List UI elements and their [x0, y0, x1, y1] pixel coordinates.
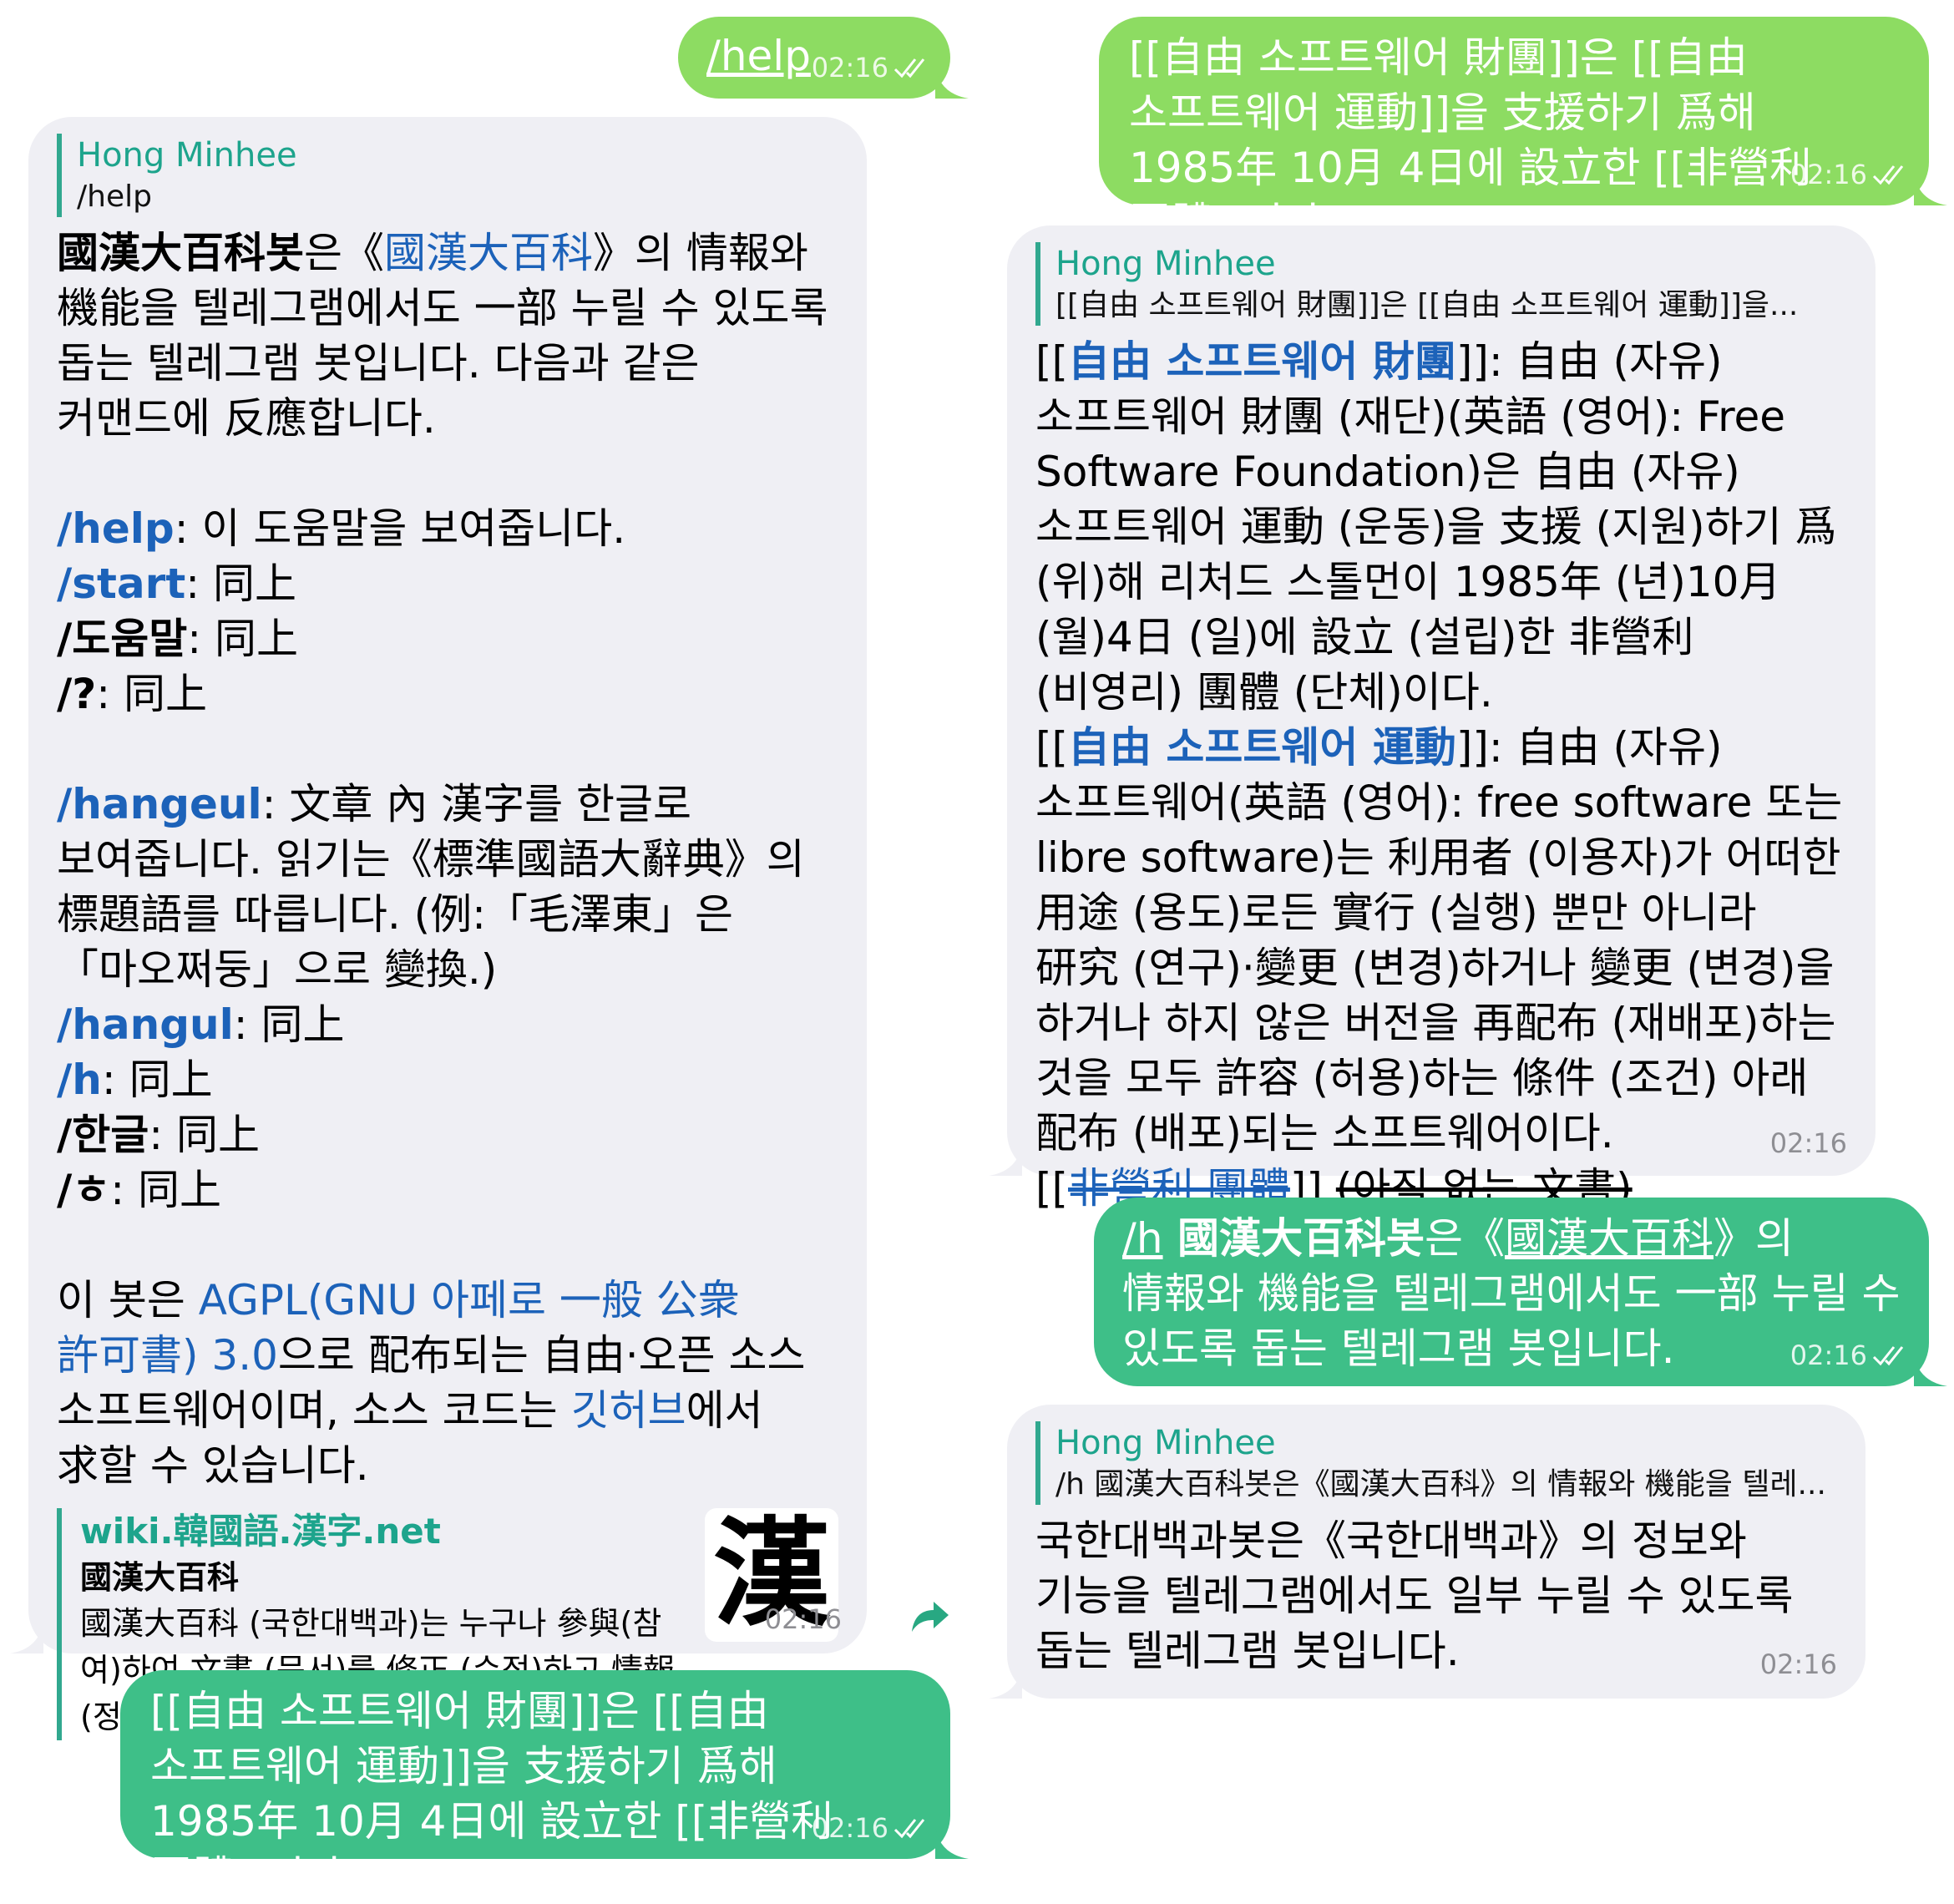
command-item: /hangul: 同上: [57, 1000, 345, 1049]
command-link-h[interactable]: /h: [57, 1056, 102, 1104]
double-check-icon: [893, 58, 925, 78]
reply-text: /h 國漢大百科봇은《國漢大百科》의 情報와 機能을 텔레...: [1055, 1467, 1826, 1501]
message-incoming-help-response[interactable]: Hong Minhee /help 國漢大百科봇은《國漢大百科》의 情報와 機能…: [10, 117, 867, 1740]
bubble-tail: [935, 1826, 969, 1859]
message-time: 02:16: [812, 52, 930, 84]
reply-quote[interactable]: Hong Minhee /help: [57, 134, 838, 217]
reply-quote[interactable]: Hong Minhee [[自由 소프트웨어 財團]]은 [[自由 소프트웨어 …: [1035, 242, 1847, 326]
command-link-hangeul[interactable]: /hangeul: [57, 780, 262, 828]
command-link-start[interactable]: /start: [57, 560, 185, 608]
forward-icon[interactable]: [910, 1598, 952, 1635]
command-item-hangeul: /hangeul: 文章 內 漢字를 한글로 보여줍니다. 읽기는《標準國語大辭…: [57, 780, 805, 994]
reply-author: Hong Minhee: [1055, 245, 1276, 283]
link-github[interactable]: 깃허브: [571, 1386, 686, 1435]
message-incoming-hangul-result[interactable]: Hong Minhee /h 國漢大百科봇은《國漢大百科》의 情報와 機能을 텔…: [989, 1405, 1865, 1699]
bubble-tail: [989, 1665, 1022, 1699]
command-item: /?: 同上: [57, 670, 208, 718]
command-item: /한글: 同上: [57, 1111, 261, 1159]
command-list-hangul: /hangul: 同上 /h: 同上 /한글: 同上 /ㅎ: 同上: [57, 997, 838, 1218]
link-gukhan-baekgwa[interactable]: 國漢大百科: [384, 229, 593, 277]
message-text: [[自由 소프트웨어 財團]]은 [[自由 소프트웨어 運動]]을 支援하기 爲…: [150, 1687, 833, 1901]
message-text: 국한대백과봇은《국한대백과》의 정보와 기능을 텔레그램에서도 일부 누릴 수 …: [1035, 1517, 1794, 1675]
bubble-tail: [1914, 1353, 1947, 1386]
reply-text: /help: [77, 180, 152, 214]
bubble-tail: [10, 1620, 43, 1653]
bubble-tail: [1914, 172, 1947, 205]
message-incoming-wiki-links[interactable]: Hong Minhee [[自由 소프트웨어 財團]]은 [[自由 소프트웨어 …: [989, 225, 1876, 1213]
reply-author: Hong Minhee: [77, 136, 297, 175]
reply-quote[interactable]: Hong Minhee /h 國漢大百科봇은《國漢大百科》의 情報와 機能을 텔…: [1035, 1421, 1837, 1505]
double-check-icon: [1872, 1346, 1904, 1366]
command-link-hangul[interactable]: /hangul: [57, 1000, 234, 1049]
message-text: [[自由 소프트웨어 財團]]은 [[自由 소프트웨어 運動]]을 支援하기 爲…: [1129, 33, 1812, 247]
bubble-tail: [935, 65, 969, 99]
wiki-link-fsf[interactable]: 自由 소프트웨어 財團: [1068, 337, 1456, 386]
message-time: 02:16: [1769, 1127, 1847, 1159]
message-time: 02:16: [812, 1812, 930, 1844]
reply-author: Hong Minhee: [1055, 1424, 1276, 1462]
message-outgoing-fsf-right[interactable]: [[自由 소프트웨어 財團]]은 [[自由 소프트웨어 運動]]을 支援하기 爲…: [1099, 17, 1947, 247]
double-check-icon: [1872, 165, 1904, 185]
message-outgoing-h-command[interactable]: /h 國漢大百科봇은《國漢大百科》의 情報와 機能을 텔레그램에서도 一部 누릴…: [1094, 1198, 1947, 1386]
preview-title: 國漢大百科: [80, 1559, 240, 1596]
message-text: /h 國漢大百科봇은《國漢大百科》의 情報와 機能을 텔레그램에서도 一部 누릴…: [1122, 1214, 1901, 1373]
message-time: 02:16: [764, 1603, 842, 1635]
reply-text: [[自由 소프트웨어 財團]]은 [[自由 소프트웨어 運動]]을...: [1055, 288, 1799, 322]
command-link-h[interactable]: /h: [1122, 1214, 1163, 1263]
wiki-link-free-software-movement[interactable]: 自由 소프트웨어 運動: [1068, 723, 1456, 772]
message-time: 02:16: [1790, 159, 1909, 190]
message-outgoing-fsf[interactable]: [[自由 소프트웨어 財團]]은 [[自由 소프트웨어 運動]]을 支援하기 爲…: [120, 1670, 969, 1901]
command-item: /h: 同上: [57, 1056, 213, 1104]
message-outgoing-help[interactable]: /help 02:16: [678, 17, 969, 99]
license-paragraph: 이 봇은 AGPL(GNU 아페로 一般 公衆 許可書) 3.0으로 配布되는 …: [57, 1276, 806, 1490]
bubble-tail: [989, 1142, 1022, 1176]
intro-paragraph: 國漢大百科봇은《國漢大百科》의 情報와 機能을 텔레그램에서도 一部 누릴 수 …: [57, 229, 828, 443]
command-link-help[interactable]: /help: [57, 504, 175, 553]
double-check-icon: [893, 1819, 925, 1839]
message-text[interactable]: /help: [706, 32, 811, 80]
command-item: /도움말: 同上: [57, 615, 299, 663]
command-item: /start: 同上: [57, 560, 296, 608]
message-time: 02:16: [1759, 1648, 1837, 1680]
wiki-entry-free-software-movement: [[自由 소프트웨어 運動]]: 自由 (자유) 소프트웨어(英語 (영어): …: [1035, 723, 1843, 1157]
preview-site: wiki.韓國語.漢字.net: [80, 1511, 441, 1552]
command-item: /help: 이 도움말을 보여줍니다.: [57, 504, 626, 553]
command-list-help: /help: 이 도움말을 보여줍니다. /start: 同上 /도움말: 同上…: [57, 501, 838, 722]
message-time: 02:16: [1790, 1339, 1909, 1371]
wiki-entry-fsf: [[自由 소프트웨어 財團]]: 自由 (자유) 소프트웨어 財團 (재단)(英…: [1035, 337, 1837, 717]
command-item: /ㅎ: 同上: [57, 1166, 222, 1214]
link-gukhan-baekgwa[interactable]: 國漢大百科: [1505, 1214, 1714, 1263]
